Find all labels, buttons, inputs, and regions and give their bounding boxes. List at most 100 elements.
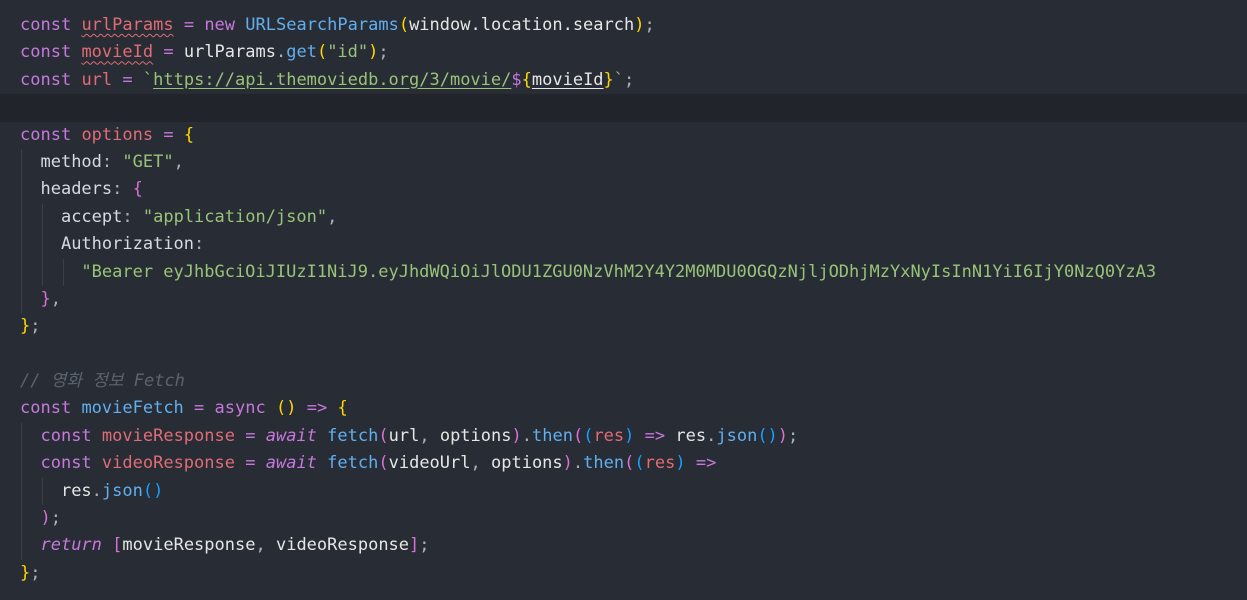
semicolon: ; bbox=[50, 508, 61, 529]
paren: ( bbox=[583, 425, 594, 446]
paren: () bbox=[275, 398, 297, 419]
string-accept-value: "application/json" bbox=[142, 206, 328, 227]
colon: : bbox=[101, 151, 113, 172]
bracket: [ bbox=[112, 535, 123, 556]
code-line-17[interactable]: const videoResponse = await fetch(videoU… bbox=[20, 450, 1247, 478]
indent-guide bbox=[21, 231, 22, 259]
operator: = bbox=[163, 42, 174, 63]
semicolon: ; bbox=[788, 425, 799, 446]
paren: ) bbox=[562, 453, 573, 474]
paren: () bbox=[142, 480, 164, 501]
backtick: ` bbox=[142, 69, 154, 90]
indent-guide bbox=[21, 203, 22, 232]
arrow: => bbox=[695, 453, 717, 474]
keyword-const: const bbox=[40, 425, 92, 446]
brace: } bbox=[603, 69, 614, 90]
keyword-async: async bbox=[214, 398, 266, 419]
colon: : bbox=[112, 179, 123, 200]
comma: , bbox=[255, 535, 266, 556]
dot: . bbox=[706, 425, 717, 446]
code-line-11[interactable]: }, bbox=[20, 285, 1247, 314]
operator: = bbox=[194, 398, 205, 419]
paren: ( bbox=[572, 425, 584, 446]
indent-guide bbox=[42, 258, 43, 286]
operator: = bbox=[163, 124, 174, 145]
semicolon: ; bbox=[644, 15, 655, 35]
brace: { bbox=[132, 179, 143, 200]
indent-guide bbox=[21, 477, 22, 506]
code-line-21[interactable]: }; bbox=[20, 560, 1247, 587]
variable-movieId: movieId bbox=[81, 42, 154, 63]
brace: { bbox=[337, 398, 348, 419]
ref-res: res bbox=[60, 480, 92, 501]
keyword-await: await bbox=[265, 453, 317, 474]
code-line-7[interactable]: headers: { bbox=[20, 176, 1247, 204]
code-line-9[interactable]: Authorization: bbox=[20, 231, 1247, 259]
paren: ) bbox=[368, 42, 379, 63]
window-location-search: window.location.search bbox=[409, 15, 635, 35]
semicolon: ; bbox=[378, 42, 389, 63]
code-line-18[interactable]: res.json() bbox=[20, 477, 1247, 506]
prop-accept: accept bbox=[60, 206, 123, 227]
function-fetch: fetch bbox=[327, 453, 379, 474]
code-line-10[interactable]: "Bearer eyJhbGciOiJIUzI1NiJ9.eyJhdWQiOiJ… bbox=[20, 258, 1247, 286]
comma: , bbox=[173, 151, 184, 172]
comma: , bbox=[470, 453, 481, 474]
variable-urlParams: urlParams bbox=[81, 15, 174, 35]
indent-guide bbox=[21, 258, 22, 286]
prop-method: method bbox=[40, 151, 102, 172]
paren: ) bbox=[40, 508, 51, 529]
operator: = bbox=[183, 15, 195, 35]
indent-guide bbox=[21, 450, 22, 478]
ref-movieId: movieId bbox=[531, 69, 604, 90]
colon: : bbox=[122, 206, 133, 227]
code-line-5[interactable]: const options = { bbox=[20, 122, 1247, 149]
paren: ) bbox=[634, 15, 645, 35]
code-line-13[interactable] bbox=[20, 341, 1247, 368]
method-json: json bbox=[716, 425, 758, 446]
keyword-const: const bbox=[20, 398, 72, 419]
code-line-14[interactable]: // 영화 정보 Fetch bbox=[20, 368, 1247, 395]
semicolon: ; bbox=[30, 562, 41, 583]
keyword-const: const bbox=[20, 15, 72, 35]
code-line-6[interactable]: method: "GET", bbox=[20, 148, 1247, 177]
code-line-2[interactable]: const movieId = urlParams.get("id"); bbox=[20, 39, 1247, 66]
semicolon: ; bbox=[419, 535, 430, 556]
code-line-4-current[interactable] bbox=[0, 94, 1247, 122]
code-line-12[interactable]: }; bbox=[20, 313, 1247, 340]
keyword-return: return bbox=[40, 535, 102, 556]
indent-guide bbox=[21, 176, 22, 204]
code-editor[interactable]: const urlParams = new URLSearchParams(wi… bbox=[0, 0, 1247, 600]
variable-movieResponse: movieResponse bbox=[101, 425, 235, 446]
code-line-3[interactable]: const url = `https://api.themoviedb.org/… bbox=[20, 67, 1247, 94]
code-line-15[interactable]: const movieFetch = async () => { bbox=[20, 395, 1247, 422]
semicolon: ; bbox=[30, 316, 41, 337]
operator: = bbox=[245, 453, 256, 474]
indent-guide bbox=[42, 477, 43, 506]
operator: = bbox=[122, 69, 133, 90]
indent-guide bbox=[42, 231, 43, 259]
ref-options: options bbox=[439, 425, 512, 446]
code-line-8[interactable]: accept: "application/json", bbox=[20, 203, 1247, 232]
code-area[interactable]: const urlParams = new URLSearchParams(wi… bbox=[0, 12, 1247, 587]
keyword-new: new bbox=[204, 15, 236, 35]
code-line-20[interactable]: return [movieResponse, videoResponse]; bbox=[20, 532, 1247, 560]
paren: ( bbox=[398, 15, 410, 35]
ref-videoResponse: videoResponse bbox=[275, 535, 410, 556]
method-then: then bbox=[531, 425, 573, 446]
url-link[interactable]: https://api.themoviedb.org/3/movie/ bbox=[153, 70, 511, 90]
function-movieFetch: movieFetch bbox=[81, 398, 184, 419]
operator: = bbox=[245, 425, 256, 446]
ref-urlParams: urlParams bbox=[183, 42, 276, 63]
string-bearer-token: "Bearer eyJhbGciOiJIUzI1NiJ9.eyJhdWQiOiJ… bbox=[81, 261, 1157, 282]
brace: { bbox=[183, 124, 195, 145]
paren: ( bbox=[316, 42, 328, 63]
dot: . bbox=[91, 480, 102, 501]
code-line-16[interactable]: const movieResponse = await fetch(url, o… bbox=[20, 422, 1247, 451]
code-line-1[interactable]: const urlParams = new URLSearchParams(wi… bbox=[20, 12, 1247, 39]
colon: : bbox=[194, 234, 205, 255]
brace: } bbox=[20, 562, 31, 583]
comma: , bbox=[419, 425, 430, 446]
code-line-19[interactable]: ); bbox=[20, 505, 1247, 533]
dot: . bbox=[521, 425, 532, 446]
